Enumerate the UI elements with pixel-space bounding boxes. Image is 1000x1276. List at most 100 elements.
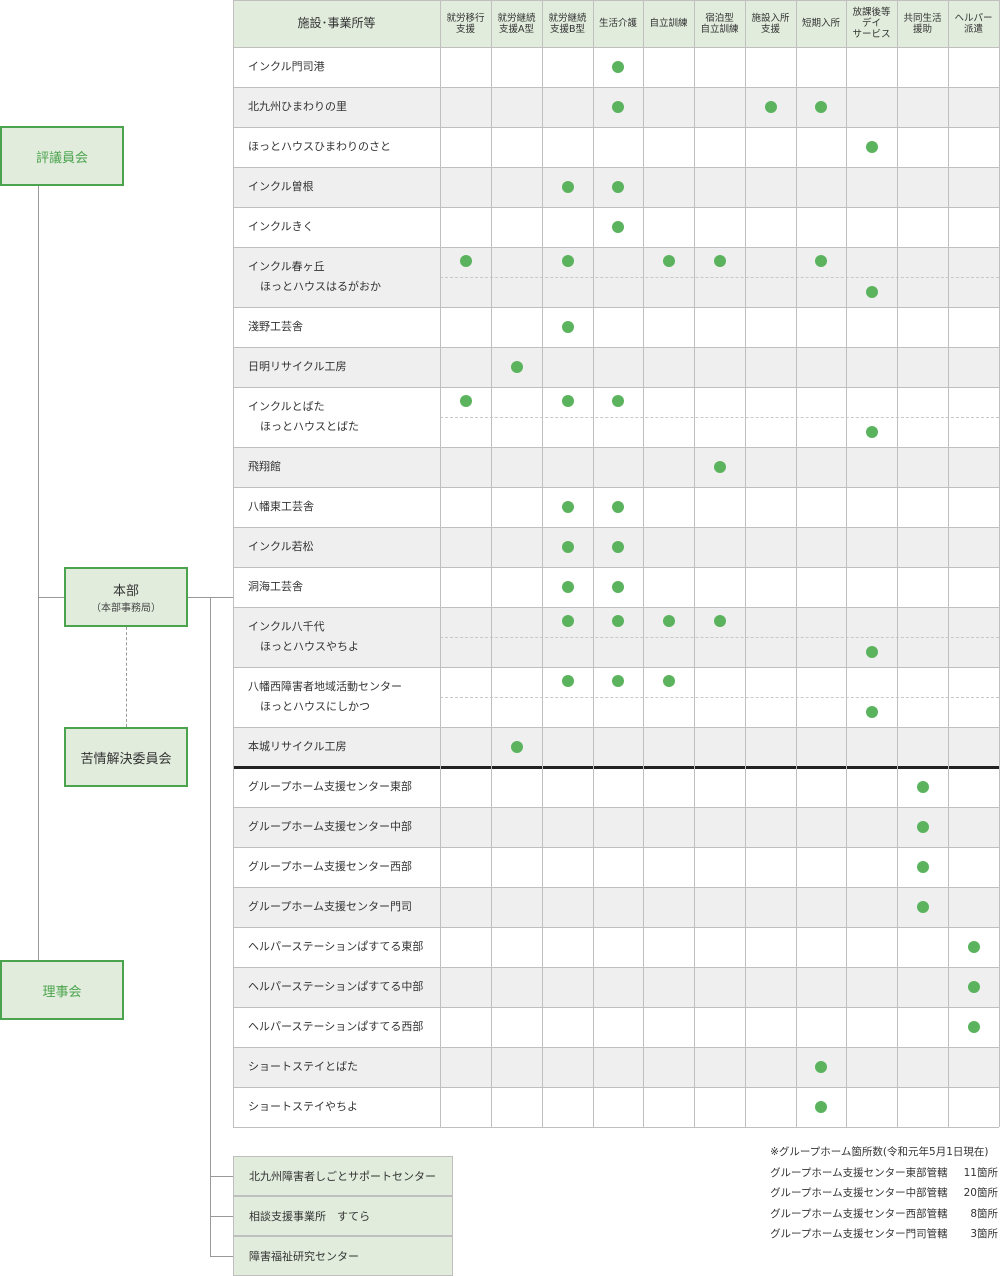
table-row-line xyxy=(233,347,999,348)
facility-name: 八幡西障害者地域活動センター xyxy=(248,680,402,693)
service-mark-dot xyxy=(612,395,624,407)
table-border-top xyxy=(233,0,999,1)
service-mark-dot xyxy=(815,1101,827,1113)
service-mark-dot xyxy=(612,501,624,513)
service-mark-dot xyxy=(561,321,574,333)
connector-left-vertical xyxy=(38,186,39,960)
facility-name: 飛翔館 xyxy=(248,460,281,473)
table-row-line xyxy=(233,1087,999,1088)
facility-name: ほっとハウスやちよ xyxy=(260,640,359,653)
column-header: 宿泊型 自立訓練 xyxy=(700,12,739,35)
service-mark-dot xyxy=(612,101,624,113)
table-header-line xyxy=(233,47,999,48)
table-col-line xyxy=(897,0,898,1127)
service-mark-dot xyxy=(561,541,574,553)
facility-name: ショートステイとばた xyxy=(248,1060,358,1073)
table-subrow-divider xyxy=(440,277,999,278)
rijikai-label: 理事会 xyxy=(42,984,82,1000)
service-mark-dot xyxy=(612,221,624,233)
note-count: 20箇所 xyxy=(963,1187,998,1199)
facility-name: インクル春ヶ丘 xyxy=(248,260,325,273)
facility-name: ほっとハウスとばた xyxy=(260,420,359,433)
facility-name: ショートステイやちよ xyxy=(248,1100,358,1113)
bottom-box-sodan: 相談支援事業所 すてら xyxy=(233,1196,453,1236)
service-mark-dot xyxy=(612,541,624,553)
column-header: 自立訓練 xyxy=(649,18,688,29)
service-mark-dot xyxy=(916,781,929,793)
note-row: グループホーム支援センター中部管轄 20箇所 xyxy=(770,1183,998,1204)
column-header: 放課後等 デイ サービス xyxy=(852,7,891,40)
connector-bottom-vertical xyxy=(210,597,211,1257)
table-row-line xyxy=(233,307,999,308)
table-col-line xyxy=(694,0,695,1127)
table-row-line xyxy=(233,607,999,608)
table-row-bg xyxy=(233,447,999,487)
service-mark-dot xyxy=(561,675,574,687)
facility-name: インクルきく xyxy=(248,220,314,233)
connector-honbu-kujo xyxy=(126,627,127,727)
table-row-line xyxy=(233,247,999,248)
service-mark-dot xyxy=(815,101,827,113)
facility-name: ヘルパーステーションぱすてる西部 xyxy=(248,1020,424,1033)
table-col-line xyxy=(796,0,797,1127)
facility-name: 淺野工芸舎 xyxy=(248,320,303,333)
table-row-line xyxy=(233,87,999,88)
column-header: 共同生活 援助 xyxy=(903,12,942,35)
service-mark-dot xyxy=(815,1061,827,1073)
hyogiinkai-box: 評議員会 xyxy=(0,126,124,186)
note-count: 11箇所 xyxy=(963,1166,998,1179)
table-row-line xyxy=(233,667,999,668)
service-mark-dot xyxy=(967,981,980,993)
honbu-sub-label: （本部事務局） xyxy=(91,603,161,614)
bottom-box-shigoto: 北九州障害者しごとサポートセンター xyxy=(233,1156,453,1196)
facility-name: グループホーム支援センター門司 xyxy=(248,900,413,913)
note-count: 8箇所 xyxy=(970,1207,998,1220)
service-mark-dot xyxy=(916,821,929,833)
facility-name: ほっとハウスにしかつ xyxy=(260,700,370,713)
table-col-line xyxy=(440,0,441,1127)
service-mark-dot xyxy=(561,501,574,513)
table-corner-label: 施設･事業所等 xyxy=(297,16,376,30)
column-header: 施設入所 支援 xyxy=(751,12,790,35)
honbu-label: 本部 xyxy=(112,584,139,599)
facility-name: インクル八千代 xyxy=(248,620,325,633)
rijikai-box: 理事会 xyxy=(0,960,124,1020)
connector-bottom-3 xyxy=(210,1256,233,1257)
table-col-line xyxy=(846,0,847,1127)
table-col-line xyxy=(491,0,492,1127)
table-row-line xyxy=(233,967,999,968)
notes-heading: ※グループホーム箇所数(令和元年5月1日現在) xyxy=(770,1146,989,1158)
service-mark-dot xyxy=(916,901,929,913)
table-row-line xyxy=(233,1047,999,1048)
table-col-line xyxy=(643,0,644,1127)
bottom-box-label: 障害福祉研究センター xyxy=(249,1250,359,1263)
note-label: グループホーム支援センター中部管轄 xyxy=(770,1187,948,1199)
service-mark-dot xyxy=(459,395,472,407)
table-col-line xyxy=(745,0,746,1127)
facility-name: インクルとばた xyxy=(248,400,325,413)
connector-bottom-1 xyxy=(210,1176,233,1177)
service-mark-dot xyxy=(764,101,777,113)
table-row-line xyxy=(233,766,999,769)
table-row-line xyxy=(233,207,999,208)
service-mark-dot xyxy=(713,255,726,267)
services-table: 施設･事業所等 就労移行 支援 就労継続 支援A型 就労継続 支援B型 生活介護 自立訓練… xyxy=(233,0,1000,1128)
table-col-line xyxy=(542,0,543,1127)
facility-name: ほっとハウスひまわりのさと xyxy=(248,140,391,153)
service-mark-dot xyxy=(561,181,574,193)
table-row-line xyxy=(233,887,999,888)
facility-name: 洞海工芸舎 xyxy=(248,580,303,593)
service-mark-dot xyxy=(662,255,675,267)
service-mark-dot xyxy=(713,615,726,627)
service-mark-dot xyxy=(612,581,624,593)
service-mark-dot xyxy=(662,675,675,687)
service-mark-dot xyxy=(967,1021,980,1033)
table-row-line xyxy=(233,487,999,488)
service-mark-dot xyxy=(459,255,472,267)
service-mark-dot xyxy=(865,706,878,718)
service-mark-dot xyxy=(662,615,675,627)
facility-name: インクル曽根 xyxy=(248,180,314,193)
service-mark-dot xyxy=(815,255,827,267)
facility-name: ヘルパーステーションぱすてる東部 xyxy=(248,940,424,953)
facility-name: グループホーム支援センター西部 xyxy=(248,860,413,873)
